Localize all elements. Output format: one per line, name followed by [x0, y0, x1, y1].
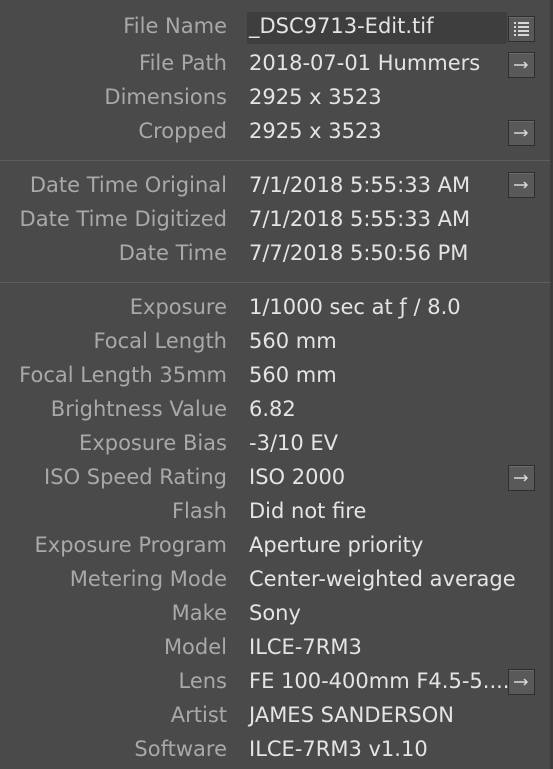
- lens-go-button[interactable]: [508, 669, 535, 695]
- date-time-digitized-label: Date Time Digitized: [19, 207, 227, 231]
- file-name-row: File Name _DSC9713-Edit.tif: [0, 11, 553, 41]
- make-value: Sony: [249, 601, 301, 625]
- dimensions-value: 2925 x 3523: [249, 85, 382, 109]
- software-value: ILCE-7RM3 v1.10: [249, 737, 428, 761]
- exposure-row: Exposure 1/1000 sec at ƒ / 8.0: [0, 292, 553, 322]
- metering-mode-label: Metering Mode: [69, 567, 227, 591]
- date-time-original-go-button[interactable]: [508, 172, 535, 198]
- iso-speed-rating-go-button[interactable]: [508, 465, 535, 491]
- dimensions-label: Dimensions: [104, 85, 227, 109]
- artist-value: JAMES SANDERSON: [249, 703, 454, 727]
- make-label: Make: [171, 601, 227, 625]
- file-name-label: File Name: [123, 14, 227, 38]
- artist-label: Artist: [170, 703, 227, 727]
- file-name-value[interactable]: _DSC9713-Edit.tif: [249, 11, 434, 41]
- exposure-program-label: Exposure Program: [34, 533, 228, 557]
- flash-value: Did not fire: [249, 499, 367, 523]
- model-row: Model ILCE-7RM3: [0, 632, 553, 662]
- brightness-value-row: Brightness Value 6.82: [0, 394, 553, 424]
- model-label: Model: [163, 635, 227, 659]
- dimensions-row: Dimensions 2925 x 3523: [0, 82, 553, 112]
- list-icon: [514, 22, 529, 36]
- date-time-row: Date Time 7/7/2018 5:50:56 PM: [0, 238, 553, 268]
- section-divider: [0, 282, 553, 283]
- file-path-label: File Path: [139, 51, 227, 75]
- brightness-value-value: 6.82: [249, 397, 296, 421]
- date-time-label: Date Time: [118, 241, 227, 265]
- date-time-original-label: Date Time Original: [29, 173, 227, 197]
- exposure-program-row: Exposure Program Aperture priority: [0, 530, 553, 560]
- arrow-right-icon: [514, 181, 529, 189]
- lens-row: Lens FE 100-400mm F4.5-5....: [0, 666, 553, 696]
- date-time-digitized-value: 7/1/2018 5:55:33 AM: [249, 207, 471, 231]
- file-path-row: File Path 2018-07-01 Hummers: [0, 48, 553, 78]
- lens-value: FE 100-400mm F4.5-5....: [249, 669, 510, 693]
- flash-label: Flash: [171, 499, 227, 523]
- software-row: Software ILCE-7RM3 v1.10: [0, 734, 553, 764]
- exposure-value: 1/1000 sec at ƒ / 8.0: [249, 295, 461, 319]
- cropped-row: Cropped 2925 x 3523: [0, 116, 553, 146]
- file-path-value: 2018-07-01 Hummers: [249, 51, 481, 75]
- focal-length-value: 560 mm: [249, 329, 337, 353]
- iso-speed-rating-value: ISO 2000: [249, 465, 346, 489]
- cropped-value: 2925 x 3523: [249, 119, 382, 143]
- date-time-value: 7/7/2018 5:50:56 PM: [249, 241, 469, 265]
- exposure-label: Exposure: [129, 295, 227, 319]
- arrow-right-icon: [514, 474, 529, 482]
- focal-length-label: Focal Length: [93, 329, 227, 353]
- artist-row: Artist JAMES SANDERSON: [0, 700, 553, 730]
- focal-length-35mm-label: Focal Length 35mm: [19, 363, 227, 387]
- date-time-original-value: 7/1/2018 5:55:33 AM: [249, 173, 471, 197]
- date-time-original-row: Date Time Original 7/1/2018 5:55:33 AM: [0, 170, 553, 200]
- focal-length-35mm-row: Focal Length 35mm 560 mm: [0, 360, 553, 390]
- exposure-program-value: Aperture priority: [249, 533, 424, 557]
- brightness-value-label: Brightness Value: [50, 397, 227, 421]
- exposure-bias-label: Exposure Bias: [79, 431, 227, 455]
- metering-mode-value: Center-weighted average: [249, 567, 516, 591]
- exposure-bias-row: Exposure Bias -3/10 EV: [0, 428, 553, 458]
- file-path-go-button[interactable]: [508, 52, 535, 78]
- date-time-digitized-row: Date Time Digitized 7/1/2018 5:55:33 AM: [0, 204, 553, 234]
- exposure-bias-value: -3/10 EV: [249, 431, 339, 455]
- arrow-right-icon: [514, 678, 529, 686]
- arrow-right-icon: [514, 61, 529, 69]
- cropped-go-button[interactable]: [508, 120, 535, 146]
- iso-speed-rating-row: ISO Speed Rating ISO 2000: [0, 462, 553, 492]
- focal-length-row: Focal Length 560 mm: [0, 326, 553, 356]
- software-label: Software: [134, 737, 227, 761]
- make-row: Make Sony: [0, 598, 553, 628]
- metering-mode-row: Metering Mode Center-weighted average: [0, 564, 553, 594]
- focal-length-35mm-value: 560 mm: [249, 363, 337, 387]
- flash-row: Flash Did not fire: [0, 496, 553, 526]
- lens-label: Lens: [178, 669, 227, 693]
- section-divider: [0, 160, 553, 161]
- file-name-list-button[interactable]: [508, 16, 535, 42]
- model-value: ILCE-7RM3: [249, 635, 362, 659]
- arrow-right-icon: [514, 129, 529, 137]
- cropped-label: Cropped: [138, 119, 227, 143]
- iso-speed-rating-label: ISO Speed Rating: [44, 465, 227, 489]
